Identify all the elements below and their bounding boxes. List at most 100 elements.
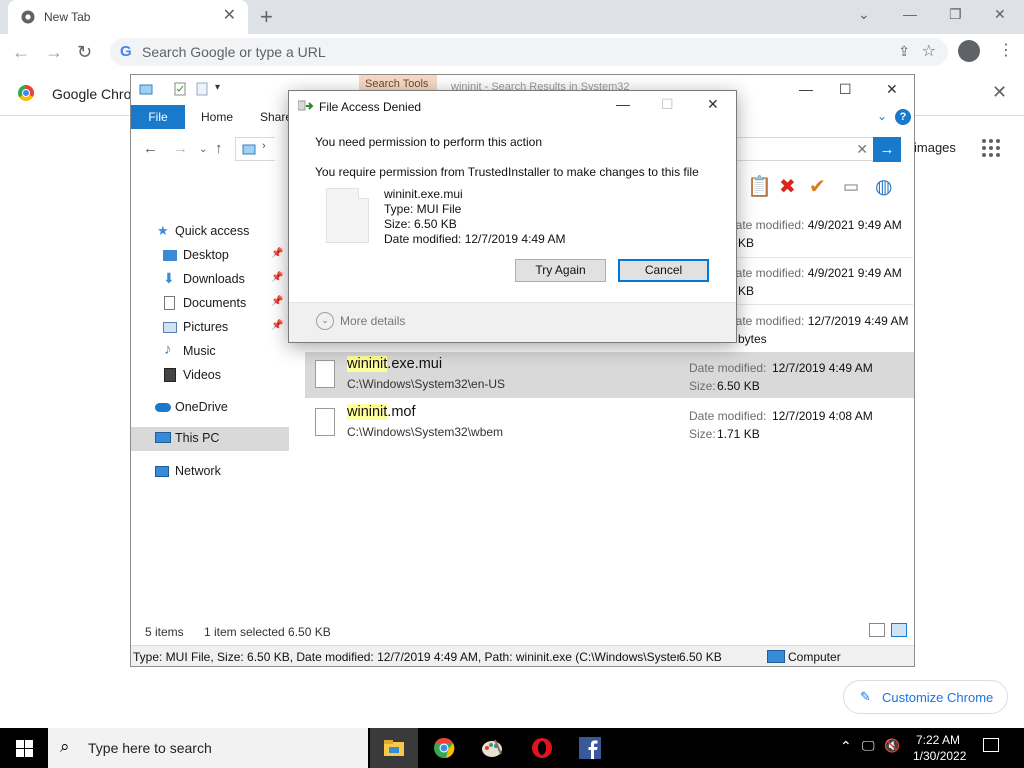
star-icon: ★ [157, 223, 169, 238]
omnibox[interactable]: G Search Google or type a URL ⇪ ☆ [110, 38, 948, 66]
quick-access-dropdown-icon[interactable]: ▾ [215, 82, 220, 93]
checkmark-icon[interactable]: ✔ [809, 175, 826, 199]
tab-search-chevron-icon[interactable]: ⌄ [858, 6, 870, 23]
clear-search-icon[interactable]: ✕ [856, 141, 868, 158]
cancel-button[interactable]: Cancel [618, 259, 709, 282]
table-row[interactable]: wininit.mof C:\Windows\System32\wbem Dat… [305, 400, 914, 446]
volume-muted-icon[interactable]: 🔇 [884, 738, 900, 754]
windows-start-icon[interactable] [16, 740, 33, 757]
nav-label: Videos [183, 368, 221, 382]
nav-item-downloads[interactable]: ⬇ Downloads 📌 [131, 269, 289, 291]
pin-icon[interactable]: 📌 [271, 296, 283, 307]
size-value: 1.71 KB [717, 427, 760, 441]
explorer-close-icon[interactable]: ✕ [886, 81, 898, 98]
clock-time[interactable]: 7:22 AM [916, 733, 960, 747]
taskbar-facebook[interactable] [566, 728, 614, 768]
taskbar-paint[interactable] [468, 728, 516, 768]
nav-item-onedrive[interactable]: OneDrive [131, 397, 289, 419]
search-go-arrow-icon[interactable]: → [873, 137, 901, 162]
explorer-maximize-icon[interactable]: ☐ [839, 81, 852, 98]
result-row-2-date: Date modified: 4/9/2021 9:49 AM [727, 266, 902, 280]
rename-field-icon[interactable]: ▭ [843, 175, 859, 199]
result-row-1-size: KB [738, 236, 755, 250]
nav-label: OneDrive [175, 400, 228, 414]
share-icon[interactable]: ⇪ [898, 43, 910, 60]
show-hidden-icons-chevron-icon[interactable]: ⌃ [840, 738, 852, 755]
restore-icon[interactable]: ❐ [949, 6, 962, 23]
images-link[interactable]: images [914, 140, 956, 155]
address-chevron-icon: › [262, 140, 266, 152]
nav-item-quick-access[interactable]: ★ Quick access [131, 221, 289, 243]
properties-icon[interactable] [173, 82, 187, 96]
nav-item-documents[interactable]: Documents 📌 [131, 293, 289, 315]
recent-locations-icon[interactable]: ⌄ [199, 144, 207, 155]
dialog-minimize-icon[interactable]: — [616, 96, 630, 112]
new-folder-icon[interactable] [195, 82, 209, 96]
nav-item-desktop[interactable]: Desktop 📌 [131, 245, 289, 267]
table-row[interactable]: wininit.exe.mui C:\Windows\System32\en-U… [305, 352, 914, 398]
taskbar-chrome[interactable] [420, 728, 468, 768]
taskbar-opera[interactable] [518, 728, 566, 768]
explorer-back-icon[interactable]: ← [143, 140, 158, 157]
network-icon [155, 466, 169, 477]
videos-icon [164, 368, 176, 382]
nav-item-music[interactable]: ♪ Music [131, 341, 289, 363]
more-details-link[interactable]: More details [340, 314, 405, 328]
nav-label: Documents [183, 296, 247, 310]
customize-chrome-button[interactable]: ✎ Customize Chrome [843, 680, 1008, 714]
network-status-icon[interactable]: 🖵 [862, 738, 875, 754]
profile-avatar-icon[interactable] [958, 40, 980, 62]
ribbon-tab-file[interactable]: File [131, 105, 185, 129]
chrome-tab-new-tab[interactable]: New Tab ✕ [8, 0, 248, 34]
large-icons-view-icon[interactable] [891, 623, 907, 637]
pin-icon[interactable]: 📌 [271, 320, 283, 331]
reload-icon[interactable]: ↻ [77, 40, 92, 64]
notification-center-icon[interactable] [983, 738, 999, 752]
tab-close-icon[interactable]: ✕ [223, 8, 236, 24]
chrome-menu-icon[interactable]: ⋮ [998, 40, 1014, 60]
delete-x-icon[interactable]: ✖ [779, 175, 796, 199]
pin-icon[interactable]: 📌 [271, 248, 283, 259]
explorer-search-box[interactable]: ✕ [735, 137, 875, 161]
google-apps-icon[interactable] [982, 139, 1000, 157]
nav-item-this-pc[interactable]: This PC [131, 427, 289, 451]
desktop-icon [163, 250, 177, 261]
help-icon[interactable]: ? [895, 109, 911, 125]
explorer-forward-icon[interactable]: → [173, 140, 188, 157]
dialog-file-date: Date modified: 12/7/2019 4:49 AM [384, 232, 566, 246]
status-item-count: 5 items [145, 625, 184, 639]
address-bar[interactable]: › [235, 137, 275, 161]
pin-icon[interactable]: 📌 [271, 272, 283, 283]
nav-label: Quick access [175, 224, 250, 238]
date-value: 4/9/2021 9:49 AM [807, 266, 902, 280]
minimize-icon[interactable]: — [903, 6, 917, 22]
close-window-icon[interactable]: ✕ [994, 6, 1006, 23]
taskbar-search-box[interactable]: ⌕ Type here to search [48, 728, 368, 768]
result-row-2-size: KB [738, 284, 755, 298]
dialog-detail: You require permission from TrustedInsta… [315, 165, 699, 179]
up-arrow-icon[interactable]: ↑ [215, 140, 223, 157]
explorer-minimize-icon[interactable]: — [799, 81, 813, 97]
bar-close-icon[interactable]: ✕ [992, 82, 1007, 103]
dialog-close-icon[interactable]: ✕ [707, 96, 719, 113]
chevron-down-icon[interactable]: ⌄ [316, 312, 334, 330]
ribbon-tab-home[interactable]: Home [201, 110, 233, 124]
clipboard-icon[interactable]: 📋 [747, 175, 772, 199]
details-view-icon[interactable] [869, 623, 885, 637]
globe-icon[interactable]: ◍ [875, 175, 892, 199]
date-value: 12/7/2019 4:49 AM [807, 314, 909, 328]
nav-item-videos[interactable]: Videos [131, 365, 289, 387]
back-arrow-icon[interactable]: ← [12, 40, 30, 64]
documents-icon [164, 296, 175, 310]
taskbar-file-explorer[interactable] [370, 728, 418, 768]
try-again-button[interactable]: Try Again [515, 259, 606, 282]
clock-date[interactable]: 1/30/2022 [913, 749, 966, 763]
ribbon-expand-icon[interactable]: ⌄ [877, 109, 887, 123]
nav-item-pictures[interactable]: Pictures 📌 [131, 317, 289, 339]
date-modified-label: Date modified: [727, 218, 805, 232]
nav-item-network[interactable]: Network [131, 461, 289, 483]
new-tab-plus-icon[interactable]: + [260, 4, 273, 30]
bookmark-star-icon[interactable]: ☆ [922, 41, 936, 61]
file-icon [326, 188, 369, 243]
forward-arrow-icon[interactable]: → [45, 40, 63, 64]
